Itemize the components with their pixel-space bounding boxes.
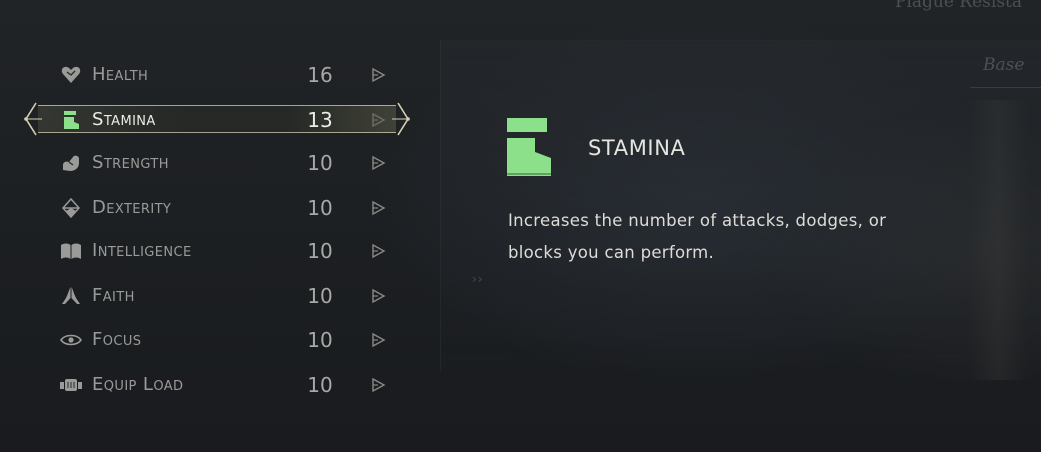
stamina-boot-icon <box>507 118 551 176</box>
heart-icon <box>60 65 82 85</box>
stat-value: 13 <box>307 108 333 132</box>
equip-load-icon <box>60 375 82 395</box>
stat-row-equip-load[interactable]: Equip Load 10 <box>0 365 420 405</box>
background-pillar <box>968 100 1028 380</box>
stat-row-strength[interactable]: Strength 10 <box>0 143 420 183</box>
base-column-header: Base <box>983 55 1025 75</box>
increase-arrow-icon[interactable] <box>370 67 386 83</box>
stat-label: Intelligence <box>92 240 192 261</box>
increase-arrow-icon[interactable] <box>370 288 386 304</box>
stat-row-focus[interactable]: Focus 10 <box>0 320 420 360</box>
increase-arrow-icon[interactable] <box>370 332 386 348</box>
stat-label: Strength <box>92 152 169 173</box>
stat-label: Dexterity <box>92 197 172 218</box>
strength-arm-icon <box>60 153 82 173</box>
book-icon <box>60 241 82 261</box>
expand-arrows-icon: ›› <box>472 272 484 286</box>
base-header-divider <box>970 87 1041 88</box>
stat-row-health[interactable]: Health 16 <box>0 55 420 95</box>
eye-icon <box>60 330 82 350</box>
stat-value: 10 <box>307 328 333 352</box>
dexterity-icon <box>60 198 82 218</box>
stat-value: 10 <box>307 151 333 175</box>
increase-arrow-icon[interactable] <box>370 112 386 128</box>
stat-row-faith[interactable]: Faith 10 <box>0 276 420 316</box>
increase-arrow-icon[interactable] <box>370 200 386 216</box>
increase-arrow-icon[interactable] <box>370 155 386 171</box>
stat-label: Stamina <box>92 109 156 130</box>
plague-resistance-label: Plague Resista <box>895 0 1023 12</box>
detail-title: STAMINA <box>588 136 686 160</box>
attribute-screen: Plague Resista Base ›› Health 16 Stamina… <box>0 0 1041 452</box>
detail-description: Increases the number of attacks, dodges,… <box>508 211 887 262</box>
stat-value: 10 <box>307 373 333 397</box>
stat-value: 16 <box>307 63 333 87</box>
stat-label: Health <box>92 64 149 85</box>
stamina-boot-icon <box>60 110 82 130</box>
stat-label: Focus <box>92 329 142 350</box>
stat-row-dexterity[interactable]: Dexterity 10 <box>0 188 420 228</box>
increase-arrow-icon[interactable] <box>370 377 386 393</box>
stat-value: 10 <box>307 196 333 220</box>
stat-row-stamina[interactable]: Stamina 13 <box>0 100 420 140</box>
increase-arrow-icon[interactable] <box>370 243 386 259</box>
stat-value: 10 <box>307 284 333 308</box>
praying-hands-icon <box>60 286 82 306</box>
stat-row-intelligence[interactable]: Intelligence 10 <box>0 231 420 271</box>
stat-value: 10 <box>307 239 333 263</box>
stat-label: Faith <box>92 285 135 306</box>
stat-label: Equip Load <box>92 374 184 395</box>
